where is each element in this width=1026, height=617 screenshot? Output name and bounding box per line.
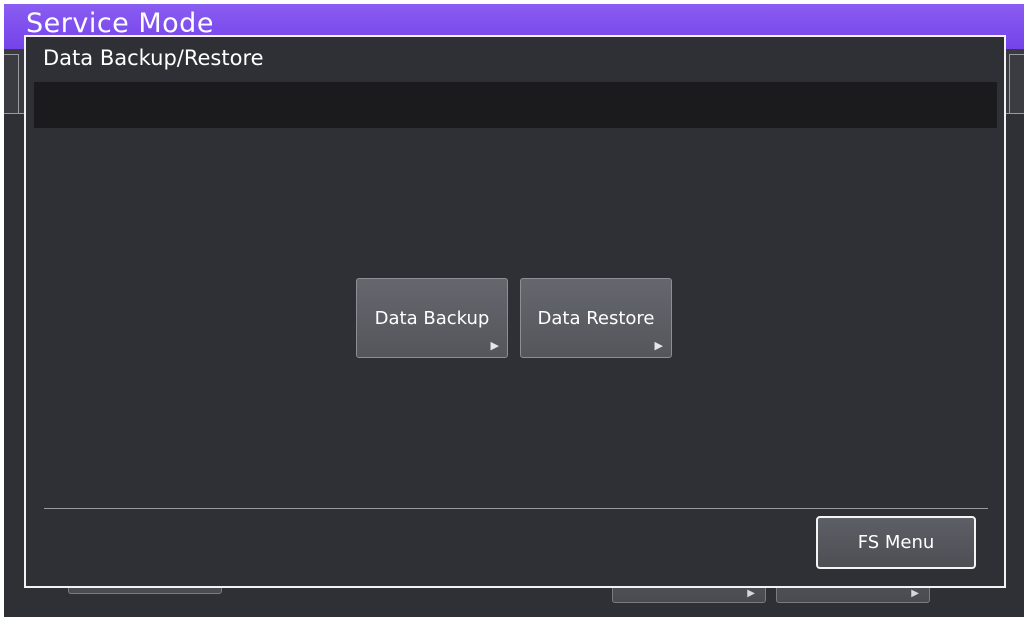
background-tab-left — [4, 54, 19, 114]
data-backup-button[interactable]: Data Backup ▶ — [356, 278, 508, 358]
data-restore-label: Data Restore — [537, 308, 655, 329]
play-arrow-icon: ▶ — [654, 339, 663, 352]
data-backup-restore-dialog: Data Backup/Restore Data Backup ▶ Data R… — [24, 35, 1006, 588]
background-tab-right — [1009, 54, 1024, 114]
play-arrow-icon: ▶ — [490, 339, 499, 352]
fs-menu-button[interactable]: FS Menu — [816, 516, 976, 569]
service-mode-screen: Service Mode ▶ ▶ Data Backup/Restore Dat… — [4, 4, 1024, 617]
data-restore-button[interactable]: Data Restore ▶ — [520, 278, 672, 358]
background-arrow-icon: ▶ — [747, 588, 755, 599]
background-arrow-icon: ▶ — [911, 588, 919, 599]
footer-divider — [44, 508, 988, 509]
message-bar — [34, 82, 997, 128]
dialog-title: Data Backup/Restore — [43, 46, 264, 70]
data-backup-label: Data Backup — [374, 308, 490, 329]
